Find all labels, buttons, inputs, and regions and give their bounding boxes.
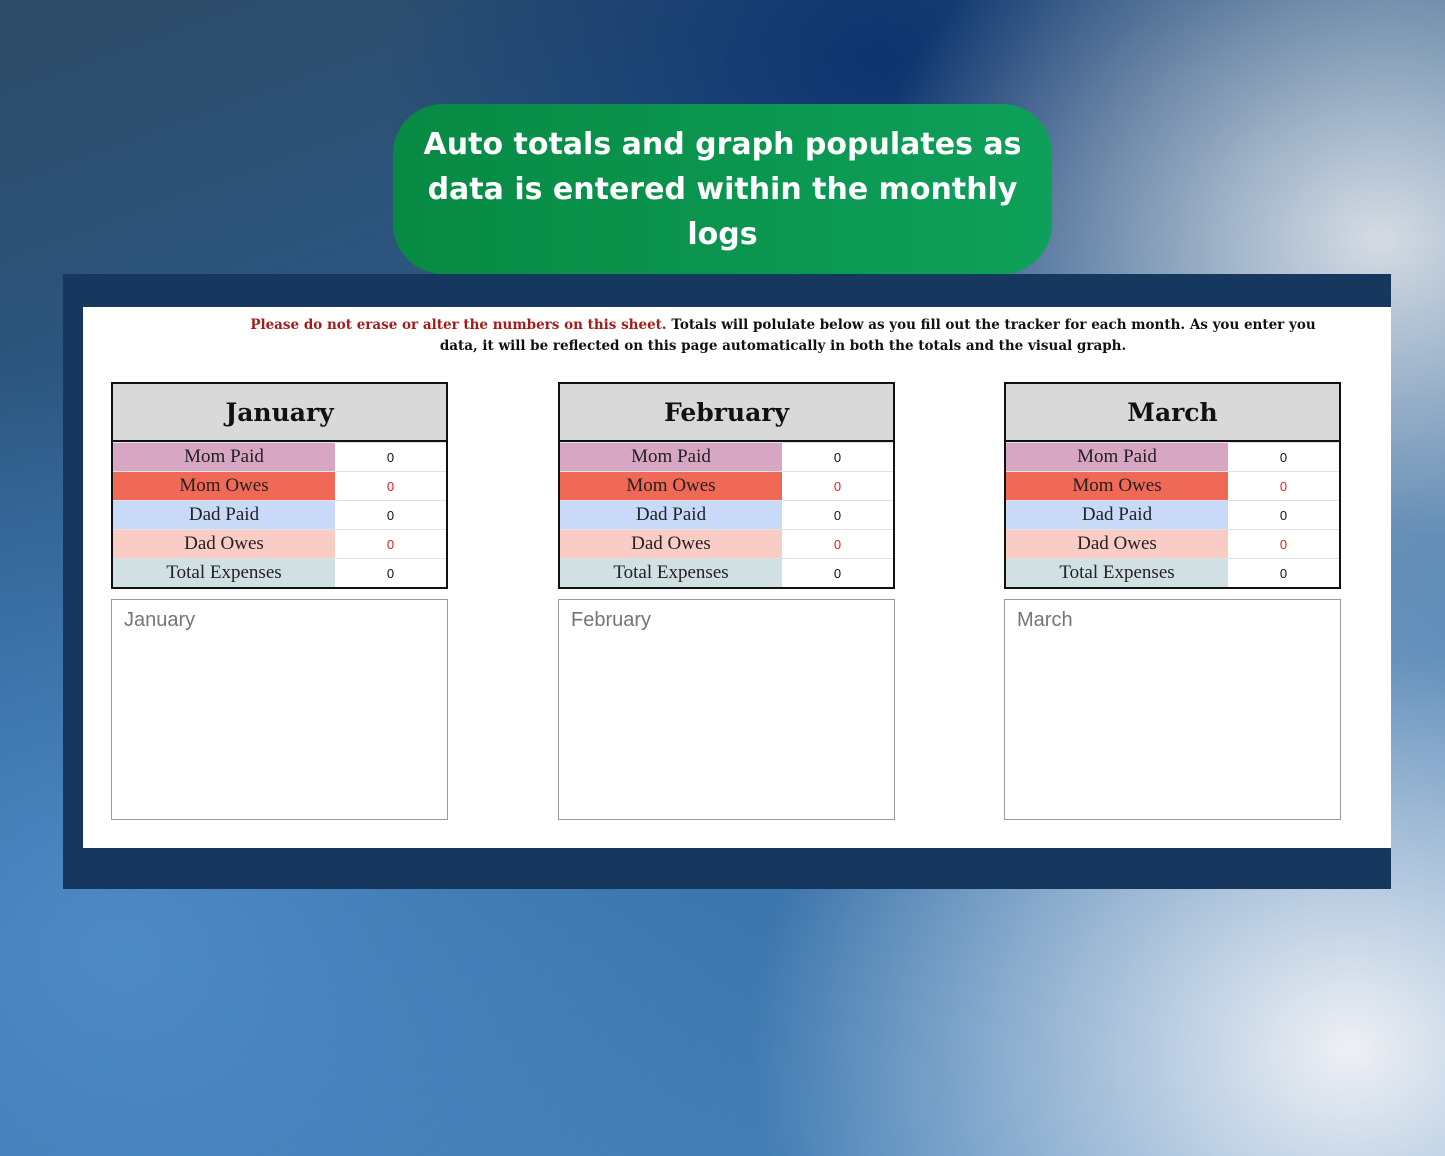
table-row-mom-owes: Mom Owes 0 (113, 471, 446, 500)
table-row-dad-paid: Dad Paid 0 (1006, 500, 1339, 529)
month-panel-january: January Mom Paid 0 Mom Owes 0 Dad Paid 0… (111, 382, 448, 820)
month-header: February (560, 384, 893, 442)
row-label: Dad Owes (1006, 530, 1228, 558)
month-chart[interactable]: January (111, 599, 448, 820)
promo-banner: Auto totals and graph populates as data … (393, 104, 1052, 274)
row-label: Total Expenses (560, 559, 782, 587)
month-totals-table: March Mom Paid 0 Mom Owes 0 Dad Paid 0 D… (1004, 382, 1341, 589)
row-value[interactable]: 0 (782, 559, 893, 587)
banner-text: Auto totals and graph populates as data … (418, 122, 1028, 257)
month-chart[interactable]: February (558, 599, 895, 820)
row-value[interactable]: 0 (335, 559, 446, 587)
row-label: Dad Owes (113, 530, 335, 558)
banner-line-2: data is entered within the monthly logs (427, 171, 1018, 252)
spreadsheet-page: Please do not erase or alter the numbers… (83, 307, 1391, 848)
row-label: Mom Owes (1006, 472, 1228, 500)
table-row-dad-paid: Dad Paid 0 (113, 500, 446, 529)
row-value[interactable]: 0 (782, 530, 893, 558)
row-label: Total Expenses (113, 559, 335, 587)
table-row-total-expenses: Total Expenses 0 (113, 558, 446, 587)
table-row-dad-owes: Dad Owes 0 (1006, 529, 1339, 558)
row-label: Total Expenses (1006, 559, 1228, 587)
table-row-mom-paid: Mom Paid 0 (560, 442, 893, 471)
month-chart[interactable]: March (1004, 599, 1341, 820)
table-row-mom-owes: Mom Owes 0 (1006, 471, 1339, 500)
row-value[interactable]: 0 (1228, 530, 1339, 558)
table-row-dad-owes: Dad Owes 0 (113, 529, 446, 558)
table-row-dad-owes: Dad Owes 0 (560, 529, 893, 558)
chart-title: January (124, 609, 196, 631)
row-value[interactable]: 0 (1228, 559, 1339, 587)
table-row-total-expenses: Total Expenses 0 (1006, 558, 1339, 587)
row-label: Dad Paid (113, 501, 335, 529)
row-value[interactable]: 0 (335, 501, 446, 529)
row-label: Mom Owes (560, 472, 782, 500)
row-value[interactable]: 0 (335, 443, 446, 471)
row-value[interactable]: 0 (335, 530, 446, 558)
row-label: Mom Paid (560, 443, 782, 471)
chart-title: February (571, 609, 652, 631)
month-panel-march: March Mom Paid 0 Mom Owes 0 Dad Paid 0 D… (1004, 382, 1341, 820)
row-value[interactable]: 0 (1228, 472, 1339, 500)
row-label: Mom Owes (113, 472, 335, 500)
table-row-mom-paid: Mom Paid 0 (1006, 442, 1339, 471)
table-row-total-expenses: Total Expenses 0 (560, 558, 893, 587)
banner-line-1: Auto totals and graph populates as (423, 126, 1022, 162)
row-value[interactable]: 0 (782, 472, 893, 500)
row-label: Dad Owes (560, 530, 782, 558)
month-totals-table: January Mom Paid 0 Mom Owes 0 Dad Paid 0… (111, 382, 448, 589)
month-header: March (1006, 384, 1339, 442)
month-header: January (113, 384, 446, 442)
warning-text: Please do not erase or alter the numbers… (250, 317, 667, 333)
row-label: Mom Paid (113, 443, 335, 471)
row-label: Dad Paid (560, 501, 782, 529)
instruction-notice: Please do not erase or alter the numbers… (243, 315, 1323, 357)
row-label: Mom Paid (1006, 443, 1228, 471)
row-value[interactable]: 0 (782, 443, 893, 471)
month-panel-february: February Mom Paid 0 Mom Owes 0 Dad Paid … (558, 382, 895, 820)
chart-title: March (1017, 609, 1073, 631)
row-value[interactable]: 0 (1228, 443, 1339, 471)
row-label: Dad Paid (1006, 501, 1228, 529)
row-value[interactable]: 0 (335, 472, 446, 500)
table-row-mom-paid: Mom Paid 0 (113, 442, 446, 471)
row-value[interactable]: 0 (1228, 501, 1339, 529)
table-row-mom-owes: Mom Owes 0 (560, 471, 893, 500)
table-row-dad-paid: Dad Paid 0 (560, 500, 893, 529)
month-totals-table: February Mom Paid 0 Mom Owes 0 Dad Paid … (558, 382, 895, 589)
row-value[interactable]: 0 (782, 501, 893, 529)
